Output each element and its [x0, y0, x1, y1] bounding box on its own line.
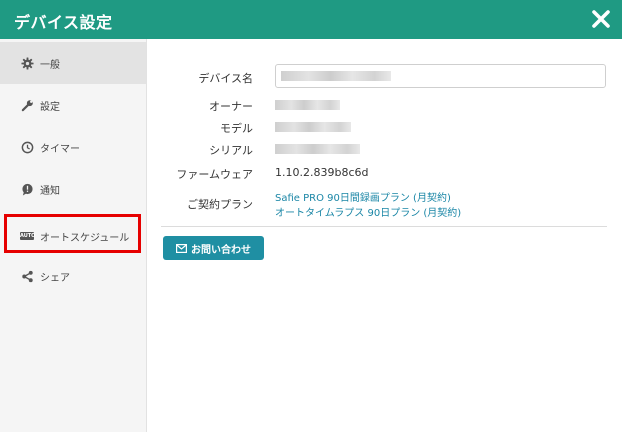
- wrench-icon: [20, 98, 34, 112]
- device-name-field[interactable]: [275, 64, 606, 88]
- sidebar-item-label: 設定: [40, 101, 60, 113]
- model-label: モデル: [220, 122, 253, 135]
- firmware-label: ファームウェア: [176, 168, 253, 181]
- plan-link[interactable]: Safie PRO 90日間録画プラン (月契約): [275, 189, 451, 204]
- device-settings-dialog: デバイス設定 一般 設定 タイマー 通知 AUTO オートスケジュール シェア …: [0, 0, 622, 432]
- title-bar: デバイス設定: [0, 0, 622, 39]
- sidebar-item-label: 通知: [40, 185, 60, 197]
- dialog-title: デバイス設定: [14, 13, 113, 32]
- sidebar-item-general[interactable]: 一般: [0, 42, 146, 84]
- serial-value: [275, 144, 360, 154]
- contact-button[interactable]: お問い合わせ: [163, 236, 264, 260]
- sidebar-item-label: 一般: [40, 59, 60, 71]
- sidebar-item-label: オートスケジュール: [40, 232, 130, 244]
- sidebar-item-label: タイマー: [40, 143, 80, 155]
- owner-value: [275, 100, 340, 110]
- notification-icon: [20, 182, 34, 196]
- mail-icon: [176, 243, 187, 253]
- share-icon: [20, 269, 34, 283]
- model-value: [275, 122, 351, 132]
- general-settings-panel: デバイス名 オーナー モデル シリアル ファームウェア 1.10.2.839b8…: [147, 39, 622, 432]
- device-name-value: [281, 71, 391, 81]
- gear-icon: [20, 56, 34, 70]
- auto-icon: AUTO: [20, 232, 36, 240]
- plan-link[interactable]: オートタイムラプス 90日プラン (月契約): [275, 204, 461, 219]
- plan-label: ご契約プラン: [187, 198, 253, 211]
- device-name-label: デバイス名: [198, 72, 253, 85]
- contact-button-label: お問い合わせ: [191, 244, 251, 256]
- close-icon[interactable]: [589, 7, 613, 31]
- firmware-value: 1.10.2.839b8c6d: [275, 166, 369, 179]
- divider: [161, 226, 607, 227]
- sidebar-item-label: シェア: [40, 272, 70, 284]
- sidebar-item-auto-schedule[interactable]: AUTO オートスケジュール: [0, 215, 146, 257]
- sidebar-item-notification[interactable]: 通知: [0, 168, 146, 210]
- sidebar-item-settings[interactable]: 設定: [0, 84, 146, 126]
- owner-label: オーナー: [209, 100, 253, 113]
- serial-label: シリアル: [209, 144, 253, 157]
- sidebar-item-timer[interactable]: タイマー: [0, 126, 146, 168]
- sidebar-item-share[interactable]: シェア: [0, 255, 146, 297]
- sidebar: 一般 設定 タイマー 通知 AUTO オートスケジュール シェア: [0, 39, 147, 432]
- clock-icon: [20, 140, 34, 154]
